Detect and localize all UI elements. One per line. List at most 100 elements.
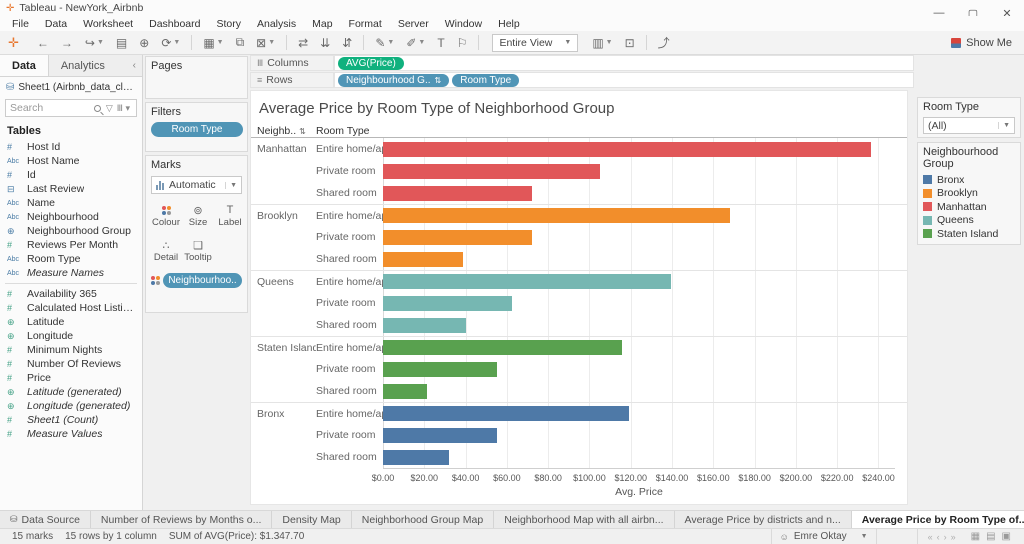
shelf-pill-neighbourhood-g-[interactable]: Neighbourhood G..⇅ xyxy=(338,74,449,87)
field-host-id[interactable]: #Host Id xyxy=(0,140,142,154)
field-host-name[interactable]: AbcHost Name xyxy=(0,154,142,168)
show-tabs-icon[interactable]: ▦ xyxy=(971,531,980,542)
sheet-tab-average-price-by-districts-and[interactable]: Average Price by districts and n... xyxy=(675,511,852,528)
duplicate-icon[interactable]: ⧉ xyxy=(230,35,251,50)
bar-manhattan[interactable] xyxy=(383,164,600,179)
header-room-type[interactable]: Room Type xyxy=(316,125,383,137)
legend-item-manhattan[interactable]: Manhattan xyxy=(923,200,1015,214)
field-reviews-per-month[interactable]: #Reviews Per Month xyxy=(0,238,142,252)
filter-pill-room-type[interactable]: Room Type xyxy=(151,122,243,137)
last-sheet-icon[interactable]: » xyxy=(951,532,956,542)
show-hide-cards-icon[interactable]: ▥▼ xyxy=(586,36,618,50)
label-button[interactable]: TLabel xyxy=(215,199,245,232)
sheet-tab-density-map[interactable]: Density Map xyxy=(272,511,351,528)
tab-data[interactable]: Data xyxy=(0,55,49,76)
presentation-icon[interactable]: ⊡ xyxy=(619,36,641,50)
save-icon[interactable]: ▤ xyxy=(110,36,133,50)
field-sheet1-count-[interactable]: #Sheet1 (Count) xyxy=(0,413,142,427)
bar-bronx[interactable] xyxy=(383,450,449,465)
menu-item-map[interactable]: Map xyxy=(304,18,340,30)
columns-shelf-body[interactable]: AVG(Price) xyxy=(334,55,914,71)
tab-analytics[interactable]: Analytics xyxy=(49,55,117,76)
first-sheet-icon[interactable]: « xyxy=(928,532,933,542)
field-longitude[interactable]: ⊕Longitude xyxy=(0,329,142,343)
show-filmstrip-icon[interactable]: ▤ xyxy=(986,531,995,542)
shelf-pill-room-type[interactable]: Room Type xyxy=(452,74,519,87)
prev-sheet-icon[interactable]: ‹ xyxy=(937,532,940,542)
legend-item-bronx[interactable]: Bronx xyxy=(923,173,1015,187)
clear-sheet-icon[interactable]: ⊠▼ xyxy=(250,36,281,50)
field-minimum-nights[interactable]: #Minimum Nights xyxy=(0,343,142,357)
bar-brooklyn[interactable] xyxy=(383,252,463,267)
bar-queens[interactable] xyxy=(383,318,466,333)
field-price[interactable]: #Price xyxy=(0,371,142,385)
view-switcher[interactable]: ▦ ▤ ▣ xyxy=(966,529,1024,544)
field-last-review[interactable]: ⊟Last Review xyxy=(0,182,142,196)
sheet-tab-neighborhood-group-map[interactable]: Neighborhood Group Map xyxy=(352,511,494,528)
search-input[interactable] xyxy=(10,102,91,114)
size-button[interactable]: ⊚Size xyxy=(183,199,213,232)
bar-staten-island[interactable] xyxy=(383,384,427,399)
field-id[interactable]: #Id xyxy=(0,168,142,182)
menu-item-server[interactable]: Server xyxy=(390,18,437,30)
sheet-navigation[interactable]: « ‹ › » xyxy=(917,529,966,544)
filter-fields-icon[interactable]: ▽ xyxy=(104,103,115,114)
field-room-type[interactable]: AbcRoom Type xyxy=(0,252,142,266)
menu-item-file[interactable]: File xyxy=(4,18,37,30)
format-drop-icon[interactable]: ✐▼ xyxy=(400,36,431,50)
bar-staten-island[interactable] xyxy=(383,362,497,377)
field-longitude-generated-[interactable]: ⊕Longitude (generated) xyxy=(0,399,142,413)
room-type-filter-dropdown[interactable]: (All) ▼ xyxy=(923,117,1015,134)
menu-item-worksheet[interactable]: Worksheet xyxy=(75,18,141,30)
rows-shelf-body[interactable]: Neighbourhood G..⇅Room Type xyxy=(334,72,914,88)
sheet-tab-number-of-reviews-by-months-o-[interactable]: Number of Reviews by Months o... xyxy=(91,511,272,528)
collapse-pane-icon[interactable]: ‹ xyxy=(127,55,142,76)
sort-icon[interactable]: ⇅ xyxy=(299,127,306,136)
sort-ascending-icon[interactable]: ⇊ xyxy=(314,36,336,50)
sort-descending-icon[interactable]: ⇵ xyxy=(336,36,358,50)
bar-manhattan[interactable] xyxy=(383,186,532,201)
fit-view-dropdown[interactable]: Entire View ▼ xyxy=(492,34,578,52)
field-latitude[interactable]: ⊕Latitude xyxy=(0,315,142,329)
menu-item-help[interactable]: Help xyxy=(490,18,528,30)
bar-staten-island[interactable] xyxy=(383,340,622,355)
new-datasource-icon[interactable]: ⊕ xyxy=(133,36,155,50)
view-options-icon[interactable]: Ⅲ ▾ xyxy=(115,103,132,114)
menu-item-window[interactable]: Window xyxy=(437,18,490,30)
bar-brooklyn[interactable] xyxy=(383,230,532,245)
menu-item-format[interactable]: Format xyxy=(341,18,390,30)
data-connection[interactable]: ⛁ Sheet1 (Airbnb_data_clea... xyxy=(0,77,142,97)
header-neighbourhood[interactable]: Neighb.. ⇅ xyxy=(257,125,316,137)
menu-item-story[interactable]: Story xyxy=(208,18,249,30)
field-calculated-host-listings-co-[interactable]: #Calculated Host Listings Co... xyxy=(0,301,142,315)
field-neighbourhood[interactable]: AbcNeighbourhood xyxy=(0,210,142,224)
shelf-pill-avg-price-[interactable]: AVG(Price) xyxy=(338,57,404,70)
swap-axes-icon[interactable]: ⇄ xyxy=(292,36,314,50)
field-measure-names[interactable]: AbcMeasure Names xyxy=(0,266,142,280)
back-icon[interactable]: ← xyxy=(31,36,55,50)
field-number-of-reviews[interactable]: #Number Of Reviews xyxy=(0,357,142,371)
bar-brooklyn[interactable] xyxy=(383,208,730,223)
bar-bronx[interactable] xyxy=(383,428,497,443)
tooltip-button[interactable]: ❑Tooltip xyxy=(183,234,213,267)
user-menu[interactable]: ☺ Emre Oktay ▼ xyxy=(771,529,877,544)
sheet-tab-average-price-by-room-type-of-[interactable]: Average Price by Room Type of... xyxy=(852,511,1024,528)
field-availability-365[interactable]: #Availability 365 xyxy=(0,287,142,301)
field-latitude-generated-[interactable]: ⊕Latitude (generated) xyxy=(0,385,142,399)
bar-manhattan[interactable] xyxy=(383,142,871,157)
menu-item-dashboard[interactable]: Dashboard xyxy=(141,18,208,30)
show-me-button[interactable]: Show Me xyxy=(951,37,1012,49)
sheet-tab-neighborhood-map-with-all-airb[interactable]: Neighborhood Map with all airbn... xyxy=(494,511,674,528)
bar-queens[interactable] xyxy=(383,274,671,289)
field-neighbourhood-group[interactable]: ⊕Neighbourhood Group xyxy=(0,224,142,238)
bar-queens[interactable] xyxy=(383,296,512,311)
text-label-icon[interactable]: T xyxy=(431,36,450,50)
sheet-tab-data-source[interactable]: ⛁Data Source xyxy=(0,511,91,528)
detail-button[interactable]: ∴Detail xyxy=(151,234,181,267)
new-worksheet-icon[interactable]: ▦▼ xyxy=(197,36,229,50)
refresh-icon[interactable]: ⟳▼ xyxy=(155,36,186,50)
next-sheet-icon[interactable]: › xyxy=(944,532,947,542)
legend-item-brooklyn[interactable]: Brooklyn xyxy=(923,187,1015,201)
legend-item-queens[interactable]: Queens xyxy=(923,214,1015,228)
share-icon[interactable]: ⤴ xyxy=(652,34,676,51)
